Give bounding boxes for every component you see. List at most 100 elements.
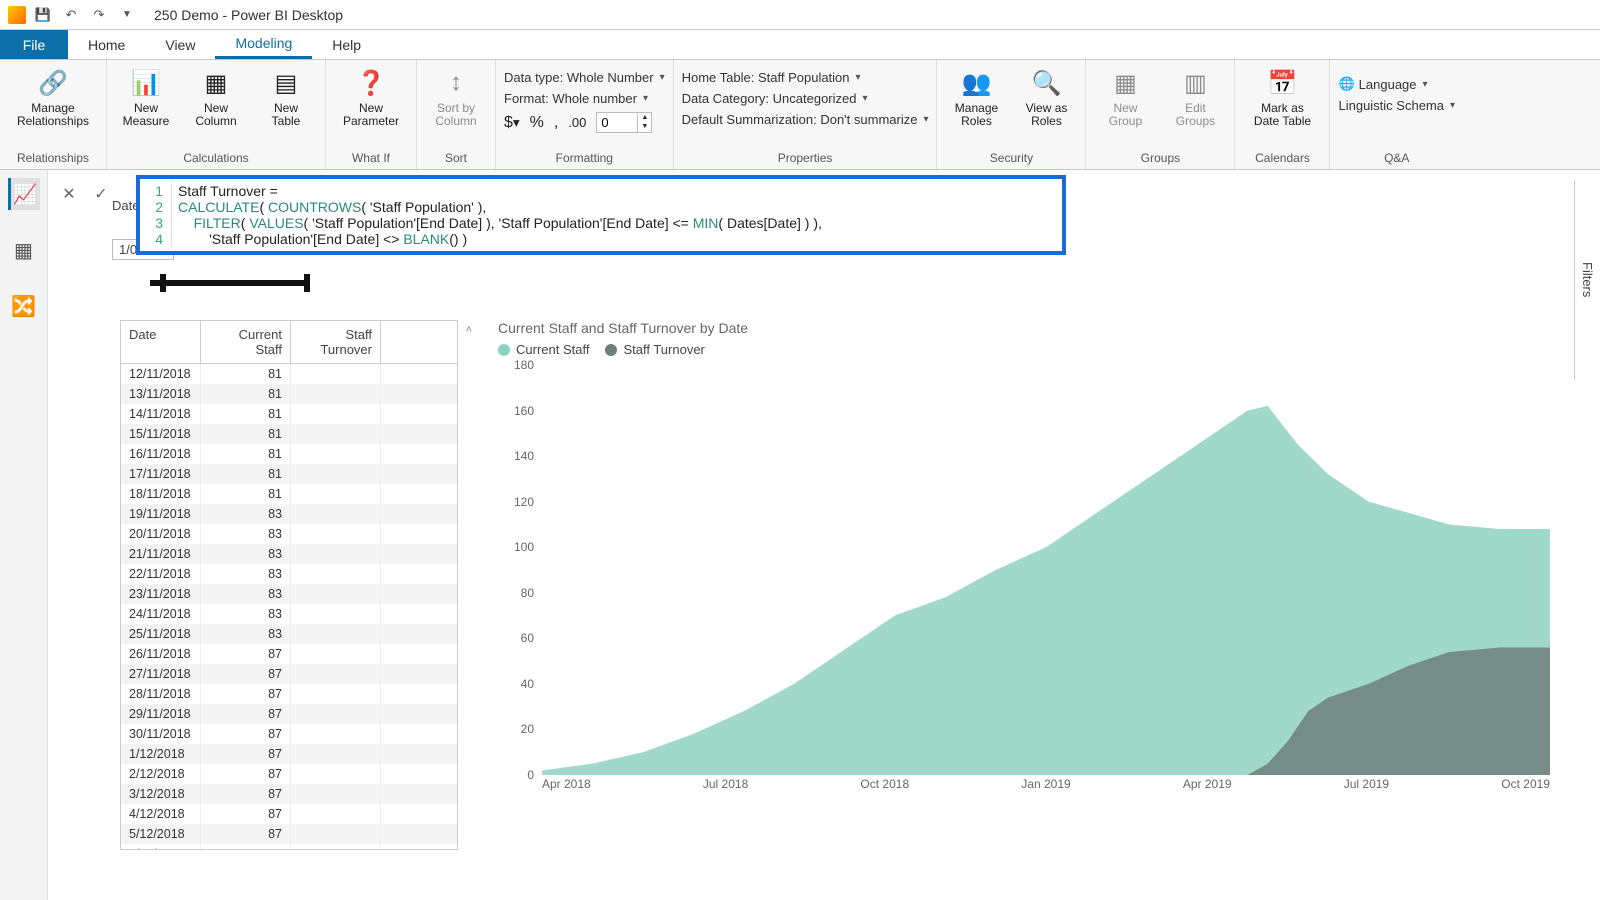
- thousands-icon[interactable]: ,: [554, 114, 558, 132]
- qat-dropdown-icon[interactable]: ▼: [116, 4, 138, 26]
- summarization-dropdown[interactable]: Default Summarization: Don't summarize▾: [682, 110, 929, 129]
- sort-by-column-button[interactable]: ↕ Sort by Column: [425, 64, 487, 128]
- formula-editor[interactable]: 1Staff Turnover =2CALCULATE( COUNTROWS( …: [136, 175, 1066, 255]
- col-header-date[interactable]: Date: [121, 321, 201, 363]
- spin-down-icon[interactable]: ▼: [638, 122, 651, 131]
- table-row[interactable]: 5/12/201887: [121, 824, 457, 844]
- table-row[interactable]: 2/12/201887: [121, 764, 457, 784]
- undo-icon[interactable]: ↶: [60, 4, 82, 26]
- table-row[interactable]: 1/12/201887: [121, 744, 457, 764]
- table-row[interactable]: 19/11/201883: [121, 504, 457, 524]
- table-row[interactable]: 29/11/201887: [121, 704, 457, 724]
- ribbon-group-qa: 🌐 Language▾ Linguistic Schema▾ Q&A: [1330, 60, 1463, 169]
- table-row[interactable]: 17/11/201881: [121, 464, 457, 484]
- table-row[interactable]: 30/11/201887: [121, 724, 457, 744]
- save-icon[interactable]: 💾: [32, 4, 54, 26]
- currency-icon[interactable]: $▾: [504, 114, 520, 132]
- edit-groups-button[interactable]: ▥ Edit Groups: [1164, 64, 1226, 128]
- table-row[interactable]: 28/11/201887: [121, 684, 457, 704]
- decimal-icon[interactable]: .00: [568, 115, 586, 130]
- tab-help[interactable]: Help: [312, 30, 381, 59]
- tab-home[interactable]: Home: [68, 30, 145, 59]
- x-axis: Apr 2018Jul 2018Oct 2018Jan 2019Apr 2019…: [542, 777, 1550, 795]
- new-column-button[interactable]: ▦ New Column: [185, 64, 247, 128]
- slicer-track[interactable]: [150, 280, 310, 286]
- ribbon: 🔗 Manage Relationships Relationships 📊 N…: [0, 60, 1600, 170]
- measure-icon: 📊: [129, 66, 163, 100]
- new-measure-button[interactable]: 📊 New Measure: [115, 64, 177, 128]
- table-row[interactable]: 18/11/201881: [121, 484, 457, 504]
- table-row[interactable]: 27/11/201887: [121, 664, 457, 684]
- report-canvas: ˄ Date Current Staff Staff Turnover 12/1…: [120, 320, 1560, 900]
- report-view-icon[interactable]: 📈: [8, 178, 40, 210]
- table-row[interactable]: 4/12/201887: [121, 804, 457, 824]
- plot-surface[interactable]: [542, 365, 1550, 775]
- table-row[interactable]: 13/11/201881: [121, 384, 457, 404]
- linguistic-schema-dropdown[interactable]: Linguistic Schema▾: [1338, 96, 1455, 115]
- col-header-staff-turnover[interactable]: Staff Turnover: [291, 321, 381, 363]
- area-chart-visual[interactable]: Current Staff and Staff Turnover by Date…: [498, 320, 1560, 900]
- title-bar: 💾 ↶ ↷ ▼ 250 Demo - Power BI Desktop: [0, 0, 1600, 30]
- new-parameter-button[interactable]: ❓ New Parameter: [334, 64, 408, 128]
- data-type-dropdown[interactable]: Data type: Whole Number▾: [504, 68, 665, 87]
- ribbon-group-properties: Home Table: Staff Population▾ Data Categ…: [674, 60, 938, 169]
- table-row[interactable]: 16/11/201881: [121, 444, 457, 464]
- table-row[interactable]: 21/11/201883: [121, 544, 457, 564]
- data-view-icon[interactable]: ▦: [8, 234, 40, 266]
- calendar-icon: 📅: [1265, 66, 1299, 100]
- manage-roles-button[interactable]: 👥 Manage Roles: [945, 64, 1007, 128]
- ribbon-group-whatif: ❓ New Parameter What If: [326, 60, 417, 169]
- table-body[interactable]: 12/11/20188113/11/20188114/11/20188115/1…: [121, 364, 457, 849]
- table-row[interactable]: 26/11/201887: [121, 644, 457, 664]
- table-header-row: Date Current Staff Staff Turnover: [121, 321, 457, 364]
- table-row[interactable]: 6/12/201887: [121, 844, 457, 849]
- chart-title: Current Staff and Staff Turnover by Date: [498, 320, 1560, 336]
- table-row[interactable]: 12/11/201881: [121, 364, 457, 384]
- table-visual[interactable]: ˄ Date Current Staff Staff Turnover 12/1…: [120, 320, 458, 900]
- table-row[interactable]: 25/11/201883: [121, 624, 457, 644]
- col-header-current-staff[interactable]: Current Staff: [201, 321, 291, 363]
- scroll-up-icon[interactable]: ˄: [466, 324, 472, 336]
- decimals-input[interactable]: [597, 113, 637, 132]
- tab-modeling[interactable]: Modeling: [215, 30, 312, 59]
- ribbon-group-groups: ▦ New Group ▥ Edit Groups Groups: [1086, 60, 1235, 169]
- table-icon: ▤: [269, 66, 303, 100]
- swatch-current-staff: [498, 344, 510, 356]
- mark-as-date-button[interactable]: 📅 Mark as Date Table: [1243, 64, 1321, 128]
- legend-item-staff-turnover[interactable]: Staff Turnover: [605, 342, 704, 357]
- model-view-icon[interactable]: 🔀: [8, 290, 40, 322]
- tab-view[interactable]: View: [145, 30, 215, 59]
- tab-file[interactable]: File: [0, 30, 68, 59]
- formula-cancel-icon[interactable]: ✕: [56, 181, 82, 207]
- table-row[interactable]: 15/11/201881: [121, 424, 457, 444]
- data-category-dropdown[interactable]: Data Category: Uncategorized▾: [682, 89, 929, 108]
- legend-item-current-staff[interactable]: Current Staff: [498, 342, 589, 357]
- table-row[interactable]: 23/11/201883: [121, 584, 457, 604]
- home-table-dropdown[interactable]: Home Table: Staff Population▾: [682, 68, 929, 87]
- format-dropdown[interactable]: Format: Whole number▾: [504, 89, 665, 108]
- spin-up-icon[interactable]: ▲: [638, 113, 651, 122]
- formula-commit-icon[interactable]: ✓: [88, 181, 114, 207]
- formula-bar-area: ✕ ✓ 1Staff Turnover =2CALCULATE( COUNTRO…: [56, 175, 1560, 255]
- manage-relationships-button[interactable]: 🔗 Manage Relationships: [8, 64, 98, 128]
- chart-plot-area: 020406080100120140160180 Apr 2018Jul 201…: [498, 365, 1560, 795]
- edit-groups-icon: ▥: [1178, 66, 1212, 100]
- new-table-button[interactable]: ▤ New Table: [255, 64, 317, 128]
- filters-pane-collapsed[interactable]: Filters: [1574, 180, 1600, 380]
- view-as-roles-button[interactable]: 🔍 View as Roles: [1015, 64, 1077, 128]
- table-row[interactable]: 24/11/201883: [121, 604, 457, 624]
- window-title: 250 Demo - Power BI Desktop: [154, 7, 343, 23]
- slicer-thumb-left[interactable]: [160, 274, 166, 292]
- percent-icon[interactable]: %: [530, 114, 544, 132]
- slicer-thumb-right[interactable]: [304, 274, 310, 292]
- table-row[interactable]: 22/11/201883: [121, 564, 457, 584]
- language-dropdown[interactable]: 🌐 Language▾: [1338, 74, 1455, 94]
- new-group-button[interactable]: ▦ New Group: [1094, 64, 1156, 128]
- decimals-spinner[interactable]: ▲▼: [596, 112, 652, 133]
- table-row[interactable]: 3/12/201887: [121, 784, 457, 804]
- ribbon-group-relationships: 🔗 Manage Relationships Relationships: [0, 60, 107, 169]
- table-row[interactable]: 20/11/201883: [121, 524, 457, 544]
- view-rail: 📈 ▦ 🔀: [0, 170, 48, 900]
- table-row[interactable]: 14/11/201881: [121, 404, 457, 424]
- redo-icon[interactable]: ↷: [88, 4, 110, 26]
